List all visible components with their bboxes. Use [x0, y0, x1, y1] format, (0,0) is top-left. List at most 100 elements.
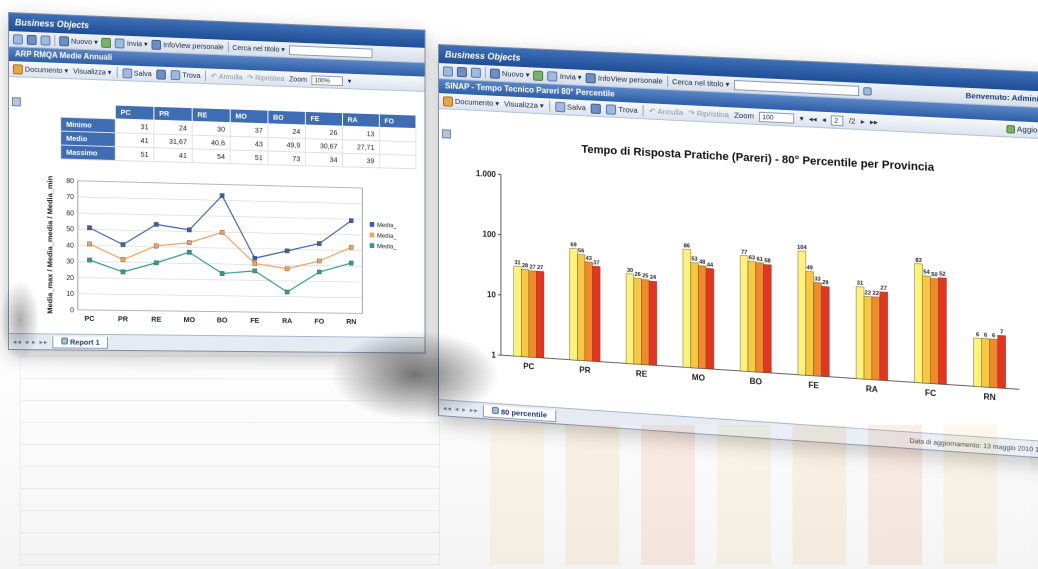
page-input[interactable]: 2	[831, 114, 844, 126]
bar	[536, 271, 544, 358]
documento-label: Documento	[24, 64, 63, 75]
send-button[interactable]: Invia ▾	[547, 70, 582, 83]
send-button[interactable]: Invia ▾	[115, 37, 148, 49]
tab-report-1[interactable]: Report 1	[52, 335, 109, 349]
document-list-icon[interactable]	[26, 34, 37, 45]
find-button[interactable]: Trova	[606, 103, 638, 116]
first-page-button[interactable]: ◂◂	[809, 114, 817, 124]
data-point	[121, 270, 125, 274]
refresh-icon[interactable]	[101, 37, 112, 48]
bar-value-label: 48	[699, 259, 705, 265]
documento-menu[interactable]: Documento ▾	[442, 95, 499, 109]
data-point	[285, 249, 289, 253]
bar	[634, 278, 642, 364]
bar-value-label: 86	[684, 243, 690, 249]
data-point	[220, 230, 224, 234]
search-input[interactable]	[288, 44, 372, 58]
undo-button[interactable]: ↶ Annulla	[649, 106, 683, 117]
last-page-button[interactable]: ▸▸	[870, 117, 878, 127]
documento-menu[interactable]: Documento ▾	[12, 63, 68, 76]
navigation-map-icon[interactable]	[11, 97, 21, 107]
prev-page-button[interactable]: ◂	[822, 115, 826, 124]
undo-button[interactable]: ↶ Annulla	[211, 72, 243, 82]
print-icon[interactable]	[156, 69, 167, 80]
bar	[521, 269, 529, 357]
bar-value-label: 22	[873, 291, 879, 298]
redo-button[interactable]: ↷ Ripristina	[247, 73, 284, 83]
table-cell: 51	[230, 149, 268, 165]
last-refresh-status: Data di aggiornamento: 13 maggio 2010 13…	[909, 437, 1038, 456]
folder-icon[interactable]	[470, 67, 481, 78]
drop-shadow	[0, 280, 40, 360]
data-point	[253, 269, 257, 273]
table-cell: 31,67	[153, 133, 193, 149]
data-point	[349, 219, 353, 223]
redo-label: Ripristina	[255, 73, 285, 84]
data-point	[220, 193, 224, 197]
new-label: Nuovo	[501, 69, 524, 80]
save-button[interactable]: Salva	[122, 67, 152, 79]
bar-value-label: 24	[650, 275, 657, 282]
bar-value-label: 50	[931, 272, 937, 279]
next-page-button[interactable]: ▸	[861, 117, 865, 126]
y-tick-label: 80	[66, 178, 74, 185]
document-icon	[442, 95, 453, 107]
report-tab-icon	[61, 337, 68, 345]
legend-label: Media_	[377, 233, 397, 240]
bar	[856, 287, 864, 379]
home-icon[interactable]	[12, 33, 23, 45]
zoom-select[interactable]: 100	[759, 111, 795, 124]
redo-button[interactable]: ↷ Ripristina	[688, 108, 729, 119]
search-go-icon[interactable]	[862, 86, 872, 96]
bar-value-label: 104	[797, 245, 808, 252]
bar-value-label: 53	[691, 256, 697, 262]
bar	[641, 279, 649, 365]
table-cell: 34	[305, 152, 343, 167]
refresh-icon[interactable]	[533, 69, 544, 81]
app-title: Business Objects	[444, 49, 521, 63]
infoview-icon	[585, 72, 596, 84]
bar-value-label: 52	[939, 271, 945, 278]
data-point	[121, 257, 125, 261]
new-doc-icon	[59, 35, 70, 46]
folder-icon[interactable]	[40, 34, 51, 46]
bar-value-label: 31	[514, 260, 520, 266]
search-title-dropdown[interactable]: Cerca nel titolo ▾	[232, 43, 285, 54]
zoom-label: Zoom	[734, 110, 754, 121]
data-point	[121, 242, 125, 246]
x-tick-label: MO	[184, 315, 196, 324]
infoview-button[interactable]: InfoView personale	[151, 39, 224, 52]
visualizza-menu[interactable]: Visualizza ▾	[73, 66, 111, 76]
bar	[930, 278, 938, 384]
zoom-label: Zoom	[289, 74, 307, 84]
y-tick-label: 40	[66, 243, 74, 250]
bar-value-label: 83	[915, 257, 921, 264]
search-title-dropdown[interactable]: Cerca nel titolo ▾	[672, 77, 729, 89]
toolbar-separator	[666, 75, 668, 87]
find-button[interactable]: Trova	[170, 69, 200, 81]
bar	[698, 266, 706, 369]
bar	[649, 281, 657, 365]
table-cell: 41	[115, 132, 154, 148]
visualizza-menu[interactable]: Visualizza ▾	[504, 99, 544, 110]
refresh-data-button[interactable]: Aggiorna dati	[1006, 124, 1038, 136]
save-button[interactable]: Salva	[554, 101, 586, 113]
new-button[interactable]: Nuovo ▾	[59, 35, 98, 47]
table-cell: 24	[153, 120, 193, 136]
navigation-map-icon[interactable]	[441, 129, 451, 139]
save-label: Salva	[133, 68, 152, 79]
y-tick-label: 0	[70, 307, 74, 314]
zoom-dropdown-arrow[interactable]: ▾	[348, 77, 351, 86]
zoom-dropdown-arrow[interactable]: ▾	[800, 114, 804, 123]
x-tick-label: RN	[346, 317, 356, 326]
home-icon[interactable]	[442, 65, 453, 77]
print-icon[interactable]	[590, 103, 602, 114]
data-point	[349, 261, 353, 265]
new-button[interactable]: Nuovo ▾	[489, 67, 529, 80]
document-list-icon[interactable]	[456, 66, 467, 77]
app-title: Business Objects	[14, 17, 90, 31]
zoom-select[interactable]: 100%	[311, 74, 344, 86]
infoview-button[interactable]: InfoView personale	[585, 72, 663, 86]
bar	[570, 248, 578, 360]
bar	[798, 251, 806, 375]
